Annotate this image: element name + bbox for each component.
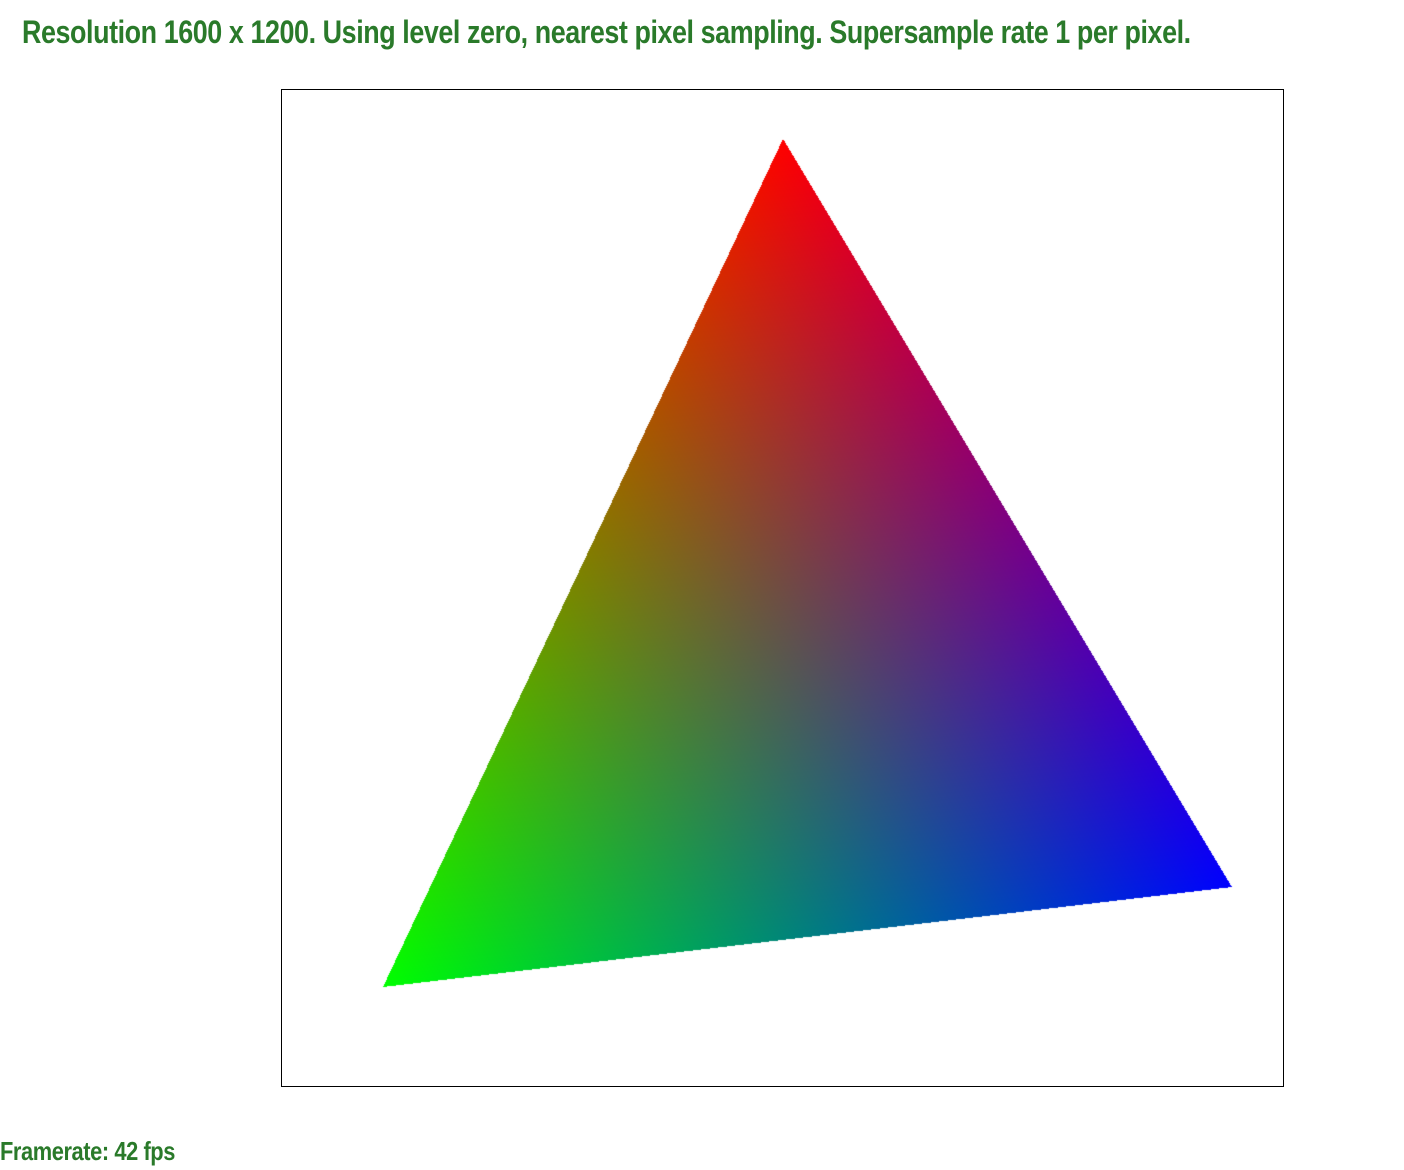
framerate-text: Framerate: 42 fps [0,1136,175,1166]
color-triangle [282,90,1283,1086]
render-info-text: Resolution 1600 x 1200. Using level zero… [22,14,1191,50]
render-viewport[interactable] [281,89,1284,1087]
